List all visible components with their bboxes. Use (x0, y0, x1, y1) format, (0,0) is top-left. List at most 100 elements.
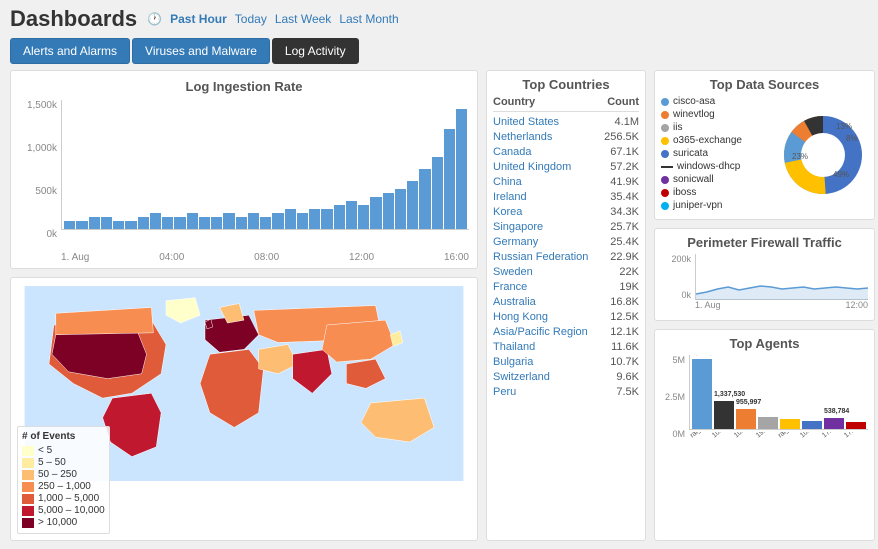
donut-chart: 13% 8% 23% 49% (778, 115, 868, 195)
time-lastmonth[interactable]: Last Month (339, 12, 398, 26)
country-link[interactable]: United States (493, 116, 559, 128)
tab-bar: Alerts and Alarms Viruses and Malware Lo… (0, 38, 878, 70)
tds-legend-item: iis (661, 122, 772, 133)
agent-label: 172.30.146.20 (843, 432, 868, 448)
country-count: 12.5K (610, 311, 639, 323)
country-link[interactable]: Korea (493, 206, 522, 218)
log-ingestion-panel: Log Ingestion Rate 1,500k 1,000k 500k 0k… (10, 70, 478, 269)
svg-text:8%: 8% (846, 134, 858, 143)
agent-value: 955,997 (736, 399, 761, 406)
agent-value: 538,784 (824, 408, 849, 415)
log-ingestion-bars (61, 100, 469, 230)
log-bar (272, 213, 283, 229)
agent-bar: 1,337,530 (714, 401, 734, 429)
country-link[interactable]: Netherlands (493, 131, 552, 143)
agent-bar: 3,284,560 (692, 359, 712, 429)
tab-alerts-alarms[interactable]: Alerts and Alarms (10, 38, 130, 64)
tds-legend-item: juniper-vpn (661, 200, 772, 211)
page-title: Dashboards (10, 6, 137, 32)
tds-dot-icon (661, 150, 669, 158)
list-item: Germany25.4K (493, 234, 639, 249)
agents-labels: ral_cisco_asa10.354.46.22510.30.35.20192… (689, 432, 868, 452)
top-countries-title: Top Countries (493, 77, 639, 92)
country-link[interactable]: Canada (493, 146, 532, 158)
country-count: 35.4K (610, 191, 639, 203)
map-legend-item: 5,000 – 10,000 (22, 505, 105, 516)
list-item: Peru 7.5K (493, 384, 639, 399)
country-link[interactable]: Hong Kong (493, 311, 548, 323)
legend-color-swatch (22, 470, 34, 480)
log-bar (76, 221, 87, 229)
time-active[interactable]: Past Hour (170, 12, 227, 26)
country-link[interactable]: France (493, 281, 527, 293)
log-bar (346, 201, 357, 229)
agent-bar: 955,997 (736, 409, 756, 429)
tds-dot-icon (661, 202, 669, 210)
country-count: 4.1M (615, 116, 639, 128)
country-link[interactable]: Singapore (493, 221, 543, 233)
country-count: 41.9K (610, 176, 639, 188)
country-link[interactable]: Asia/Pacific Region (493, 326, 588, 338)
country-count: 22.9K (610, 251, 639, 263)
country-count: 67.1K (610, 146, 639, 158)
time-today[interactable]: Today (235, 12, 267, 26)
country-count: 7.5K (616, 386, 639, 398)
country-link[interactable]: Russian Federation (493, 251, 588, 263)
log-bar (199, 217, 210, 229)
agents-chart-area: 5M 2.5M 0M 3,284,5601,337,530955,997538,… (661, 355, 868, 455)
country-link[interactable]: United Kingdom (493, 161, 571, 173)
tds-dot-icon (661, 124, 669, 132)
firewall-chart: 200k 0k 1. Aug 12:00 (661, 254, 868, 314)
svg-text:49%: 49% (833, 170, 849, 179)
country-link[interactable]: Bulgaria (493, 356, 533, 368)
list-item: Bulgaria 10.7K (493, 354, 639, 369)
list-item: France 19K (493, 279, 639, 294)
log-bar (187, 213, 198, 229)
tds-content: cisco-asawinevtlogiiso365-exchangesurica… (661, 96, 868, 213)
tds-dot-icon (661, 176, 669, 184)
tds-legend-item: sonicwall (661, 174, 772, 185)
country-col-header: Country (493, 96, 535, 108)
agent-bar (780, 419, 800, 429)
country-count: 19K (619, 281, 639, 293)
list-item: United States 4.1M (493, 114, 639, 129)
country-link[interactable]: Germany (493, 236, 538, 248)
country-count: 16.8K (610, 296, 639, 308)
log-ingestion-y-labels: 1,500k 1,000k 500k 0k (19, 100, 57, 240)
country-link[interactable]: China (493, 176, 522, 188)
legend-color-swatch (22, 446, 34, 456)
log-bar (309, 209, 320, 229)
map-legend-item: 250 – 1,000 (22, 481, 105, 492)
firewall-title: Perimeter Firewall Traffic (661, 235, 868, 250)
list-item: United Kingdom57.2K (493, 159, 639, 174)
tds-legend-item: windows-dhcp (661, 161, 772, 172)
agent-bar (758, 417, 778, 429)
log-bar (432, 157, 443, 229)
country-link[interactable]: Peru (493, 386, 516, 398)
country-link[interactable]: Ireland (493, 191, 527, 203)
firewall-line-chart (695, 254, 868, 300)
map-legend-item: 1,000 – 5,000 (22, 493, 105, 504)
top-countries-panel: Top Countries Country Count United State… (486, 70, 646, 541)
time-lastweek[interactable]: Last Week (275, 12, 331, 26)
country-link[interactable]: Australia (493, 296, 536, 308)
legend-color-swatch (22, 482, 34, 492)
log-bar (211, 217, 222, 229)
map-legend-item: 50 – 250 (22, 469, 105, 480)
log-bar (64, 221, 75, 229)
country-link[interactable]: Sweden (493, 266, 533, 278)
country-link[interactable]: Switzerland (493, 371, 550, 383)
list-item: Canada 67.1K (493, 144, 639, 159)
tab-viruses-malware[interactable]: Viruses and Malware (132, 38, 270, 64)
country-count: 10.7K (610, 356, 639, 368)
list-item: Russian Federation 22.9K (493, 249, 639, 264)
svg-text:13%: 13% (836, 122, 852, 131)
list-item: Ireland 35.4K (493, 189, 639, 204)
country-link[interactable]: Thailand (493, 341, 535, 353)
tds-legend-item: winevtlog (661, 109, 772, 120)
log-bar (358, 205, 369, 229)
legend-color-swatch (22, 458, 34, 468)
log-bar (174, 217, 185, 229)
tab-log-activity[interactable]: Log Activity (272, 38, 359, 64)
log-ingestion-chart: 1,500k 1,000k 500k 0k 1. Aug 04:00 08:00… (19, 100, 469, 260)
